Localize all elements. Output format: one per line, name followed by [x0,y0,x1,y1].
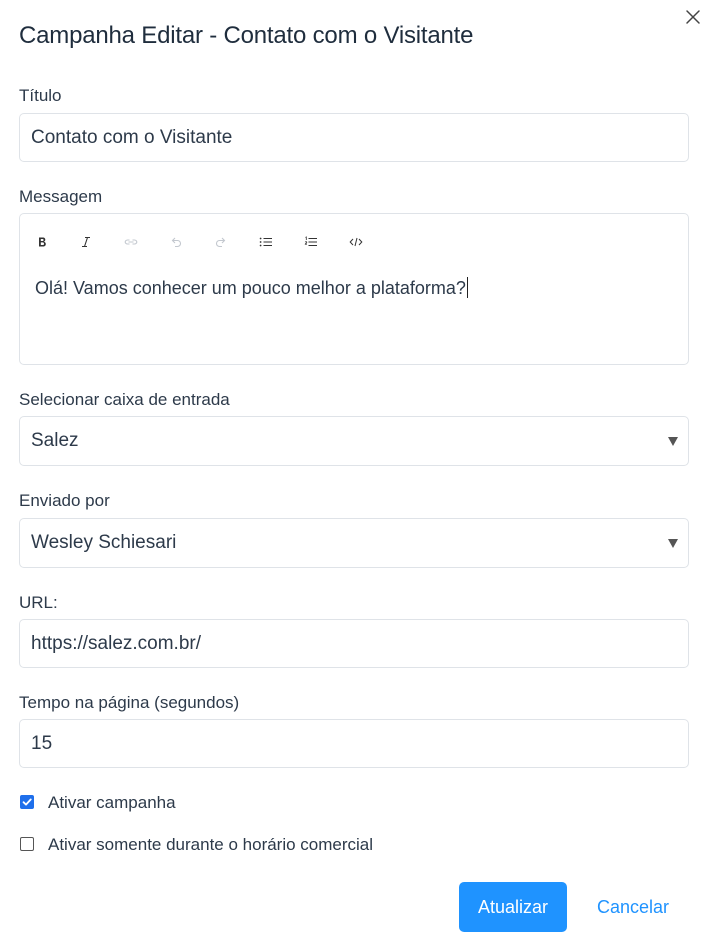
modal-title: Campanha Editar - Contato com o Visitant… [19,22,474,49]
link-icon [124,239,138,245]
undo-button[interactable] [164,230,188,254]
cancel-button[interactable]: Cancelar [580,882,686,932]
time-on-page-input[interactable] [19,719,689,768]
message-editor[interactable]: Olá! Vamos conhecer um pouco melhor a pl… [19,213,689,365]
code-button[interactable] [344,230,368,254]
enable-campaign-label[interactable]: Ativar campanha [48,793,176,813]
close-icon [686,10,700,24]
message-value: Olá! Vamos conhecer um pouco melhor a pl… [35,278,466,298]
update-button[interactable]: Atualizar [459,882,567,932]
bold-icon [39,237,46,247]
italic-button[interactable] [74,230,98,254]
chevron-down-icon [668,539,678,548]
redo-icon [215,237,226,248]
business-hours-checkbox[interactable] [20,837,34,851]
code-icon [349,237,363,247]
numbered-list-icon [304,236,317,246]
bullet-list-button[interactable] [254,230,278,254]
enable-campaign-checkbox[interactable] [20,795,34,809]
title-label: Título [19,86,62,105]
business-hours-label[interactable]: Ativar somente durante o horário comerci… [48,835,373,855]
italic-icon [82,236,90,248]
chevron-down-icon [668,437,678,446]
campaign-edit-modal: Campanha Editar - Contato com o Visitant… [0,0,708,940]
message-text[interactable]: Olá! Vamos conhecer um pouco melhor a pl… [35,277,468,299]
inbox-select-value: Salez [31,430,79,451]
sender-select-value: Wesley Schiesari [31,532,177,553]
close-button[interactable] [684,8,702,26]
inbox-select[interactable]: Salez [19,416,689,466]
numbered-list-button[interactable] [299,230,323,254]
inbox-label: Selecionar caixa de entrada [19,390,230,409]
text-cursor [466,277,468,298]
title-input[interactable] [19,113,689,162]
bullet-list-icon [259,237,272,247]
check-icon [22,798,32,806]
link-button[interactable] [119,230,143,254]
time-on-page-label: Tempo na página (segundos) [19,693,240,712]
sender-select[interactable]: Wesley Schiesari [19,518,689,568]
url-label: URL: [19,593,58,612]
url-input[interactable] [19,619,689,668]
bold-button[interactable] [30,230,54,254]
message-label: Messagem [19,187,103,206]
undo-icon [171,237,182,248]
redo-button[interactable] [209,230,233,254]
sender-label: Enviado por [19,491,110,510]
